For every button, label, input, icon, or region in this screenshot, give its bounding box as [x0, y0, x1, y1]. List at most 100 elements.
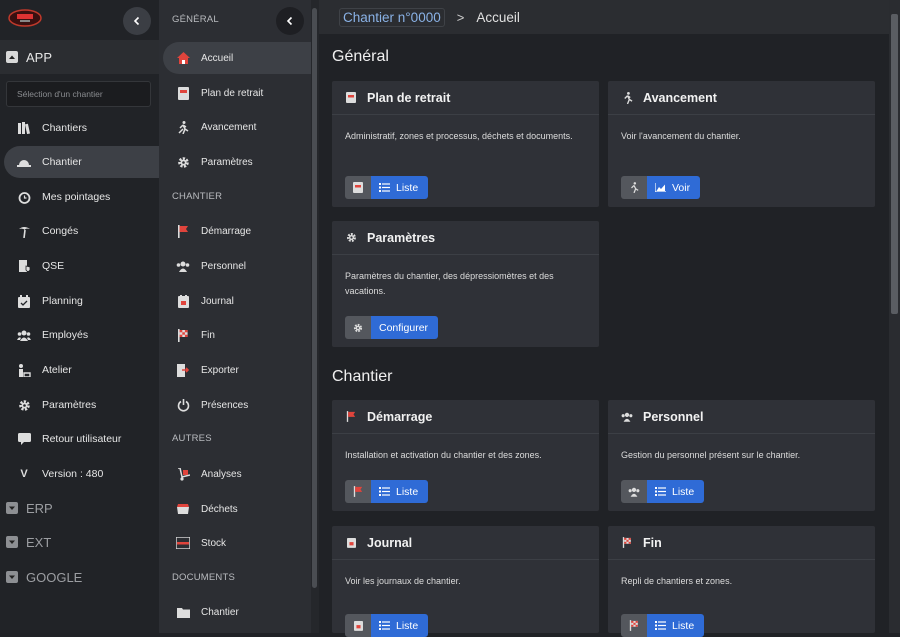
palm-tree-icon	[17, 224, 31, 238]
flag-icon	[176, 224, 190, 238]
running-icon	[176, 120, 190, 134]
breadcrumb: Chantier n°0000 > Accueil	[319, 0, 889, 34]
list-icon	[379, 183, 390, 192]
area-chart-icon	[655, 183, 666, 192]
company-logo[interactable]	[8, 9, 42, 27]
collapse-chantier-sidebar-button[interactable]	[276, 7, 304, 35]
sidebar-item-personnel[interactable]: Personnel	[159, 250, 311, 282]
sidebar-item-documents-chantier[interactable]: Chantier	[159, 596, 311, 628]
sidebar-item-presences[interactable]: Présences	[159, 389, 311, 421]
sidebar-item-accueil[interactable]: Accueil	[163, 42, 311, 74]
card-plan-de-retrait: Plan de retrait Administratif, zones et …	[332, 81, 599, 207]
section-ext[interactable]: EXT	[0, 525, 159, 559]
card-description: Installation et activation du chantier e…	[345, 450, 542, 460]
caret-down-square-icon	[6, 502, 18, 514]
sidebar-item-mes-pointages[interactable]: Mes pointages	[0, 181, 159, 213]
sidebar-item-parametres[interactable]: Paramètres	[0, 389, 159, 421]
journal-icon	[345, 537, 357, 549]
section-google[interactable]: GOOGLE	[0, 560, 159, 594]
worker-icon	[17, 363, 31, 377]
card-title: Plan de retrait	[367, 90, 451, 105]
breadcrumb-current: Accueil	[476, 9, 520, 25]
sidebar-item-dechets[interactable]: Déchets	[159, 493, 311, 525]
sidebar-item-qse[interactable]: QSE	[0, 250, 159, 282]
sidebar-item-employes[interactable]: Employés	[0, 319, 159, 351]
users-icon	[17, 328, 31, 342]
section-erp[interactable]: ERP	[0, 491, 159, 525]
category-chantier: CHANTIER	[172, 191, 223, 202]
sidebar-item-demarrage[interactable]: Démarrage	[159, 215, 311, 247]
sidebar-item-fin[interactable]: Fin	[159, 319, 311, 351]
main-sidebar: APP Sélection d'un chantier Chantiers Ch…	[0, 0, 159, 633]
card-title: Personnel	[643, 409, 704, 424]
personnel-liste-button[interactable]: Liste	[621, 480, 705, 503]
category-autres: AUTRES	[172, 433, 212, 444]
sidebar-item-analyses[interactable]: Analyses	[159, 458, 311, 490]
section-app[interactable]: APP	[0, 40, 159, 74]
chantier-sidebar-scrollbar[interactable]	[311, 0, 319, 633]
folder-icon	[176, 605, 190, 619]
card-description: Gestion du personnel présent sur le chan…	[621, 450, 801, 460]
gear-icon	[17, 398, 31, 412]
sidebar-item-parametres[interactable]: Paramètres	[159, 146, 311, 178]
sidebar-item-stock[interactable]: Stock	[159, 527, 311, 559]
category-documents: DOCUMENTS	[172, 572, 236, 583]
home-icon	[176, 51, 190, 65]
sidebar-item-conges[interactable]: Congés	[0, 215, 159, 247]
plan-de-retrait-button[interactable]: Liste	[345, 176, 429, 199]
sidebar-item-planning[interactable]: Planning	[0, 285, 159, 317]
card-title: Fin	[643, 535, 662, 550]
sidebar-item-chantier[interactable]: Chantier	[4, 146, 159, 178]
card-fin: Fin Repli de chantiers et zones. Liste	[608, 526, 875, 637]
category-general: GÉNÉRAL	[172, 14, 219, 25]
book-icon	[345, 92, 357, 104]
sidebar-item-avancement[interactable]: Avancement	[159, 111, 311, 143]
section-title-chantier: Chantier	[332, 368, 393, 385]
card-title: Démarrage	[367, 409, 433, 424]
sidebar-item-exporter[interactable]: Exporter	[159, 354, 311, 386]
books-icon	[17, 121, 31, 135]
sidebar-item-journal[interactable]: Journal	[159, 285, 311, 317]
running-icon	[621, 176, 647, 199]
avancement-button[interactable]: Voir	[621, 176, 701, 199]
caret-down-square-icon	[6, 571, 18, 583]
book-icon	[345, 176, 371, 199]
card-description: Paramètres du chantier, des dépressiomèt…	[345, 271, 554, 296]
demarrage-liste-button[interactable]: Liste	[345, 480, 429, 503]
gear-icon	[176, 155, 190, 169]
sidebar-item-version: V Version : 480	[0, 458, 159, 490]
main-scrollbar[interactable]	[889, 0, 900, 633]
chantier-select[interactable]: Sélection d'un chantier	[6, 81, 151, 107]
gear-icon	[345, 232, 357, 244]
collapse-sidebar-button[interactable]	[123, 7, 151, 35]
breadcrumb-separator: >	[456, 9, 465, 25]
card-personnel: Personnel Gestion du personnel présent s…	[608, 400, 875, 511]
breadcrumb-link-chantier[interactable]: Chantier n°0000	[339, 7, 445, 27]
card-title: Avancement	[643, 90, 717, 105]
journal-icon	[345, 614, 371, 637]
sidebar-item-atelier[interactable]: Atelier	[0, 354, 159, 386]
scrollbar-thumb[interactable]	[891, 14, 898, 314]
card-description: Repli de chantiers et zones.	[621, 576, 733, 586]
card-demarrage: Démarrage Installation et activation du …	[332, 400, 599, 511]
chevron-left-icon	[286, 16, 293, 26]
list-icon	[379, 487, 390, 496]
dumpster-icon	[176, 502, 190, 516]
sidebar-item-chantiers[interactable]: Chantiers	[0, 112, 159, 144]
users-icon	[621, 411, 633, 423]
list-icon	[379, 621, 390, 630]
sidebar-item-retour-utilisateur[interactable]: Retour utilisateur	[0, 423, 159, 455]
card-parametres: Paramètres Paramètres du chantier, des d…	[332, 221, 599, 347]
flag-icon	[345, 480, 371, 503]
fin-liste-button[interactable]: Liste	[621, 614, 705, 637]
scrollbar-thumb[interactable]	[312, 8, 317, 588]
alarm-clock-icon	[17, 190, 31, 204]
card-description: Administratif, zones et processus, déche…	[345, 131, 573, 141]
users-icon	[621, 480, 647, 503]
book-icon	[176, 86, 190, 100]
chevron-left-icon	[133, 16, 140, 26]
card-journal: Journal Voir les journaux de chantier. L…	[332, 526, 599, 637]
journal-liste-button[interactable]: Liste	[345, 614, 429, 637]
sidebar-item-plan-de-retrait[interactable]: Plan de retrait	[159, 77, 311, 109]
parametres-configurer-button[interactable]: Configurer	[345, 316, 439, 339]
